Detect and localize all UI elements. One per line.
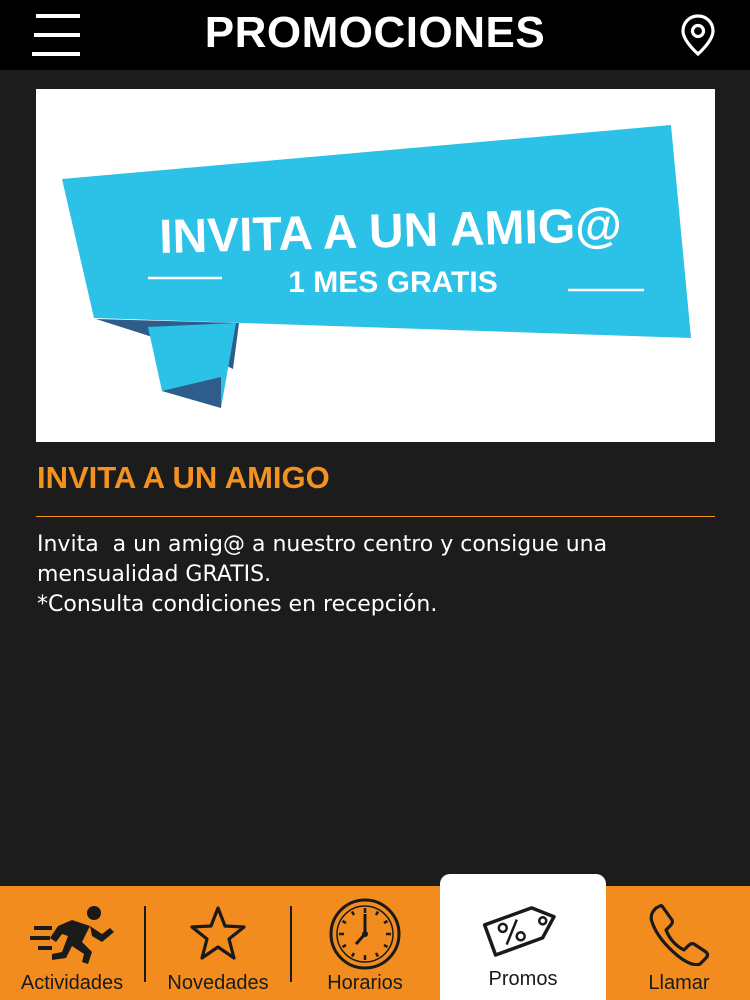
divider — [36, 516, 715, 517]
description-line: *Consulta condiciones en recepción. — [37, 592, 438, 617]
phone-icon — [649, 904, 710, 966]
promo-title: INVITA A UN AMIGO — [37, 460, 330, 495]
runner-icon — [30, 906, 114, 964]
tab-label: Actividades — [20, 972, 124, 994]
banner-subline: 1 MES GRATIS — [288, 266, 497, 299]
tab-horarios[interactable]: Horarios — [292, 886, 438, 1000]
description-line: mensualidad GRATIS. — [37, 562, 272, 587]
promo-description: Invita a un amig@ a nuestro centro y con… — [37, 530, 717, 620]
clock-icon — [329, 898, 401, 970]
tab-promos[interactable]: Promos — [440, 874, 606, 1000]
page-title: PROMOCIONES — [204, 8, 546, 57]
tab-label: Horarios — [327, 972, 403, 994]
tab-label: Promos — [488, 968, 558, 990]
location-button[interactable] — [676, 12, 720, 58]
discount-tag-icon — [482, 906, 556, 957]
tab-llamar[interactable]: Llamar — [608, 886, 750, 1000]
description-line: Invita a un amig@ a nuestro centro y con… — [37, 532, 608, 557]
tab-label: Novedades — [167, 972, 269, 994]
tab-label: Llamar — [648, 972, 710, 994]
promo-banner: INVITA A UN AMIG@ 1 MES GRATIS — [36, 89, 715, 442]
star-icon — [190, 906, 246, 960]
tab-novedades[interactable]: Novedades — [146, 886, 290, 1000]
map-pin-icon — [681, 14, 715, 57]
tab-actividades[interactable]: Actividades — [0, 886, 144, 1000]
